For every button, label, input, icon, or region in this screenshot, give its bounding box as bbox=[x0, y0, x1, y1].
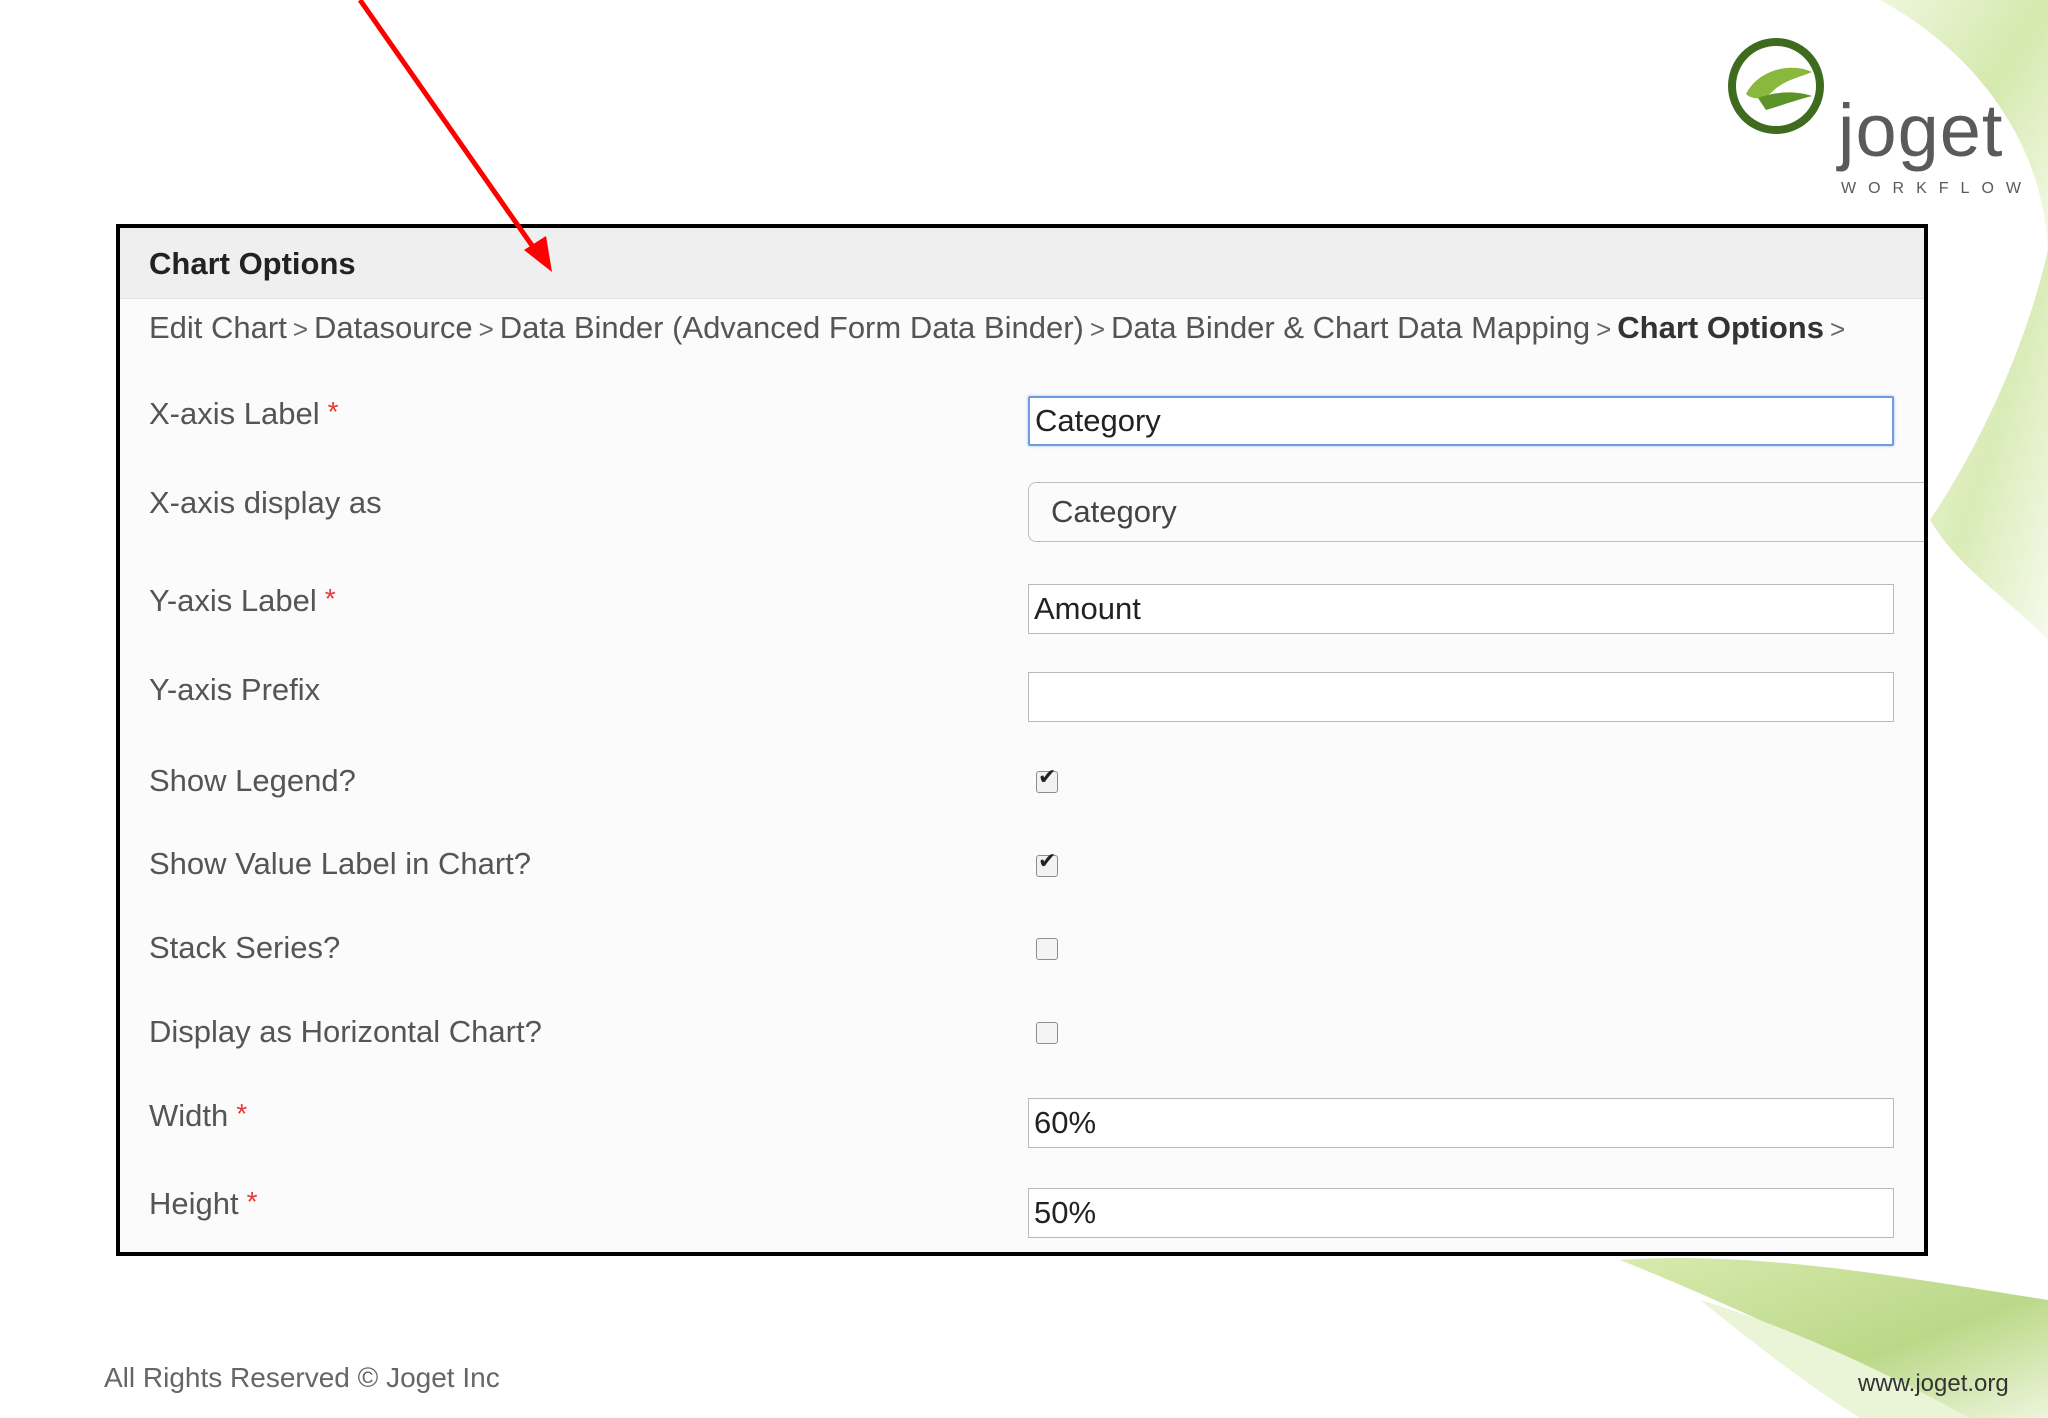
breadcrumb-separator: > bbox=[1596, 314, 1612, 344]
show-legend-checkbox[interactable]: ✔ bbox=[1036, 766, 1058, 793]
y-axis-prefix-label: Y-axis Prefix bbox=[149, 672, 321, 707]
footer-copyright: All Rights Reserved © Joget Inc bbox=[104, 1362, 500, 1393]
y-axis-label-input[interactable] bbox=[1028, 584, 1894, 634]
checkmark-icon: ✔ bbox=[1038, 848, 1057, 873]
breadcrumb-separator: > bbox=[1089, 314, 1106, 344]
joget-leaf-icon bbox=[1728, 38, 1824, 134]
breadcrumb-separator: > bbox=[1829, 314, 1846, 344]
height-label: Height * bbox=[149, 1186, 258, 1222]
required-marker: * bbox=[236, 1098, 248, 1129]
horizontal-chart-checkbox[interactable] bbox=[1036, 1022, 1058, 1044]
x-axis-label-label: X-axis Label * bbox=[149, 396, 339, 432]
stack-series-checkbox[interactable] bbox=[1036, 938, 1058, 960]
y-axis-prefix-input[interactable] bbox=[1028, 672, 1894, 722]
y-axis-label-text: Y-axis Label bbox=[149, 583, 317, 618]
footer-url[interactable]: www.joget.org bbox=[1858, 1370, 2009, 1398]
show-value-label-checkbox[interactable]: ✔ bbox=[1036, 850, 1058, 877]
y-axis-label-label: Y-axis Label * bbox=[149, 583, 336, 619]
width-label-text: Width bbox=[149, 1098, 229, 1133]
x-axis-label-input[interactable] bbox=[1028, 396, 1894, 446]
breadcrumb-item-datasource[interactable]: Datasource bbox=[314, 310, 473, 345]
height-input[interactable] bbox=[1028, 1188, 1894, 1238]
required-marker: * bbox=[327, 396, 339, 427]
breadcrumb-item-data-mapping[interactable]: Data Binder & Chart Data Mapping bbox=[1111, 310, 1590, 345]
x-axis-label-text: X-axis Label bbox=[149, 396, 320, 431]
required-marker: * bbox=[246, 1186, 258, 1217]
breadcrumb-separator: > bbox=[292, 314, 309, 344]
joget-logo: joget WORKFLOW bbox=[1728, 34, 2021, 204]
show-value-label-label: Show Value Label in Chart? bbox=[149, 846, 532, 881]
chart-options-panel: Chart Options Edit Chart > Datasource > Data… bbox=[116, 224, 1928, 1256]
breadcrumb-item-data-binder[interactable]: Data Binder (Advanced Form Data Binder) bbox=[500, 310, 1084, 345]
x-axis-display-label: X-axis display as bbox=[149, 485, 382, 520]
height-label-text: Height bbox=[149, 1186, 239, 1221]
width-input[interactable] bbox=[1028, 1098, 1894, 1148]
required-marker: * bbox=[324, 583, 336, 614]
panel-header: Chart Options bbox=[120, 228, 1924, 299]
stack-series-label: Stack Series? bbox=[149, 930, 341, 965]
breadcrumb-separator: > bbox=[478, 314, 494, 344]
panel-title: Chart Options bbox=[149, 246, 356, 281]
brand-tagline: WORKFLOW bbox=[1841, 180, 2033, 197]
breadcrumb-item-chart-options: Chart Options bbox=[1617, 310, 1824, 345]
width-label: Width * bbox=[149, 1098, 247, 1134]
checkmark-icon: ✔ bbox=[1038, 764, 1057, 789]
breadcrumb-item-edit-chart[interactable]: Edit Chart bbox=[149, 310, 287, 345]
x-axis-display-select[interactable]: Category bbox=[1028, 482, 1924, 542]
horizontal-chart-label: Display as Horizontal Chart? bbox=[149, 1014, 542, 1049]
brand-name: joget bbox=[1838, 89, 2004, 172]
show-legend-label: Show Legend? bbox=[149, 763, 356, 798]
breadcrumb: Edit Chart > Datasource > Data Binder (Advan… bbox=[149, 310, 1851, 346]
